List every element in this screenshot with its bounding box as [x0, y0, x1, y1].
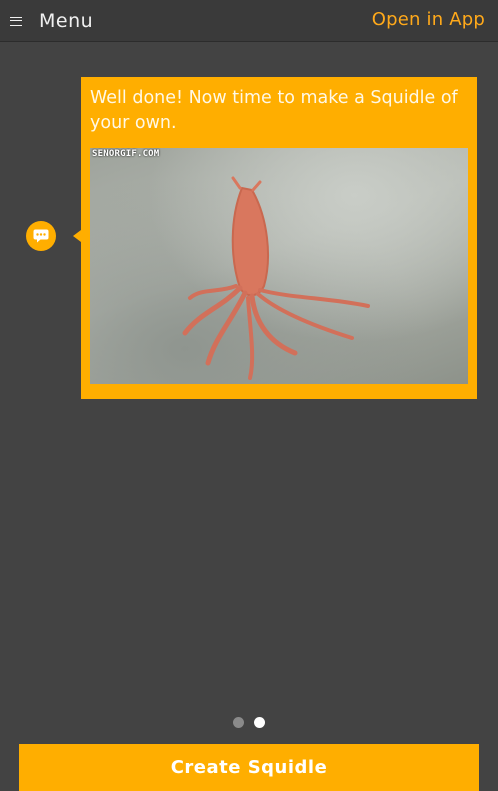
page-indicator — [231, 717, 271, 729]
squid-gif-image: SENORGIF.COM — [90, 148, 468, 384]
top-bar: Menu Open in App — [0, 0, 498, 42]
create-squidle-button[interactable]: Create Squidle — [19, 744, 479, 791]
message-text: Well done! Now time to make a Squidle of… — [90, 88, 458, 133]
menu-button[interactable]: Menu — [8, 0, 104, 42]
gif-watermark: SENORGIF.COM — [92, 149, 160, 159]
menu-label: Menu — [39, 10, 94, 32]
open-in-app-link[interactable]: Open in App — [372, 9, 485, 30]
message-pointer — [73, 230, 81, 242]
message-card: Well done! Now time to make a Squidle of… — [81, 77, 477, 399]
hamburger-icon — [10, 16, 22, 26]
page-dot-1[interactable] — [233, 717, 244, 728]
page-dot-2-active[interactable] — [254, 717, 265, 728]
chat-bubble-icon — [26, 221, 56, 251]
